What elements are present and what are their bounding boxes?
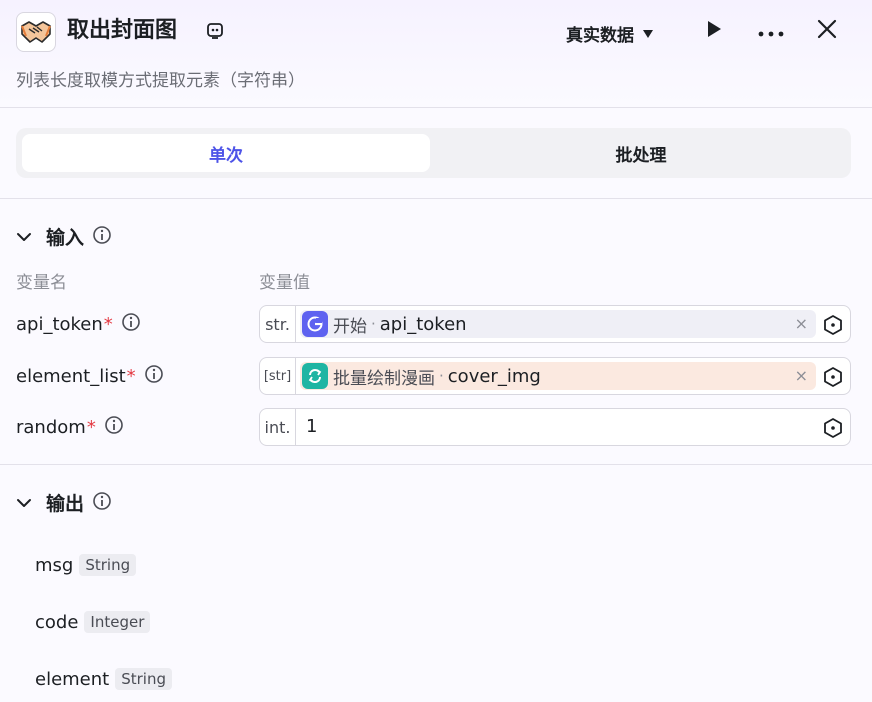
output-type-badge: Integer	[84, 611, 151, 633]
param-value-element-list[interactable]: [str] 批量绘制漫画 · cover_img ×	[259, 357, 851, 395]
close-icon	[817, 19, 837, 43]
required-mark: *	[103, 314, 113, 335]
data-mode-label: 真实数据	[566, 25, 634, 46]
edit-title-icon[interactable]	[205, 21, 225, 41]
hexagon-dot-icon[interactable]	[822, 314, 844, 336]
param-value-api-token[interactable]: str. 开始 · api_token ×	[259, 305, 851, 343]
type-tag: int.	[260, 409, 296, 445]
info-icon[interactable]	[104, 415, 124, 440]
type-tag: [str]	[260, 358, 296, 394]
node-description: 列表长度取模方式提取元素（字符串）	[16, 71, 305, 91]
tab-single[interactable]: 单次	[22, 134, 430, 172]
more-icon	[758, 22, 784, 41]
param-label-element-list: element_list *	[16, 364, 164, 389]
ref-node-name: 开始	[333, 316, 367, 337]
required-mark: *	[126, 366, 136, 387]
ref-node-name: 批量绘制漫画	[333, 368, 435, 389]
hexagon-dot-icon[interactable]	[822, 366, 844, 388]
run-mode-tabs: 单次 批处理	[16, 128, 851, 178]
variable-reference-chip[interactable]: 批量绘制漫画 · cover_img ×	[300, 362, 816, 390]
data-mode-select[interactable]: 真实数据	[566, 20, 654, 46]
output-section-label: 输出	[46, 493, 85, 515]
divider	[0, 464, 872, 465]
input-section-label: 输入	[46, 227, 85, 249]
ref-separator: ·	[439, 367, 444, 385]
param-name: random	[16, 417, 86, 438]
info-icon[interactable]	[144, 364, 164, 389]
handshake-icon	[16, 12, 56, 52]
output-field: code Integer	[35, 611, 151, 633]
output-field: element String	[35, 668, 172, 690]
panel-header: 取出封面图 真实数据 列表长度取模方式提取元素（字符串）	[0, 0, 872, 108]
param-value-input[interactable]: 1	[306, 416, 317, 437]
type-tag: str.	[260, 306, 296, 342]
info-icon[interactable]	[121, 312, 141, 337]
required-mark: *	[86, 417, 96, 438]
param-label-random: random *	[16, 415, 124, 440]
caret-down-icon	[642, 24, 654, 43]
input-section-toggle[interactable]: 输入	[16, 223, 112, 250]
hexagon-dot-icon[interactable]	[822, 417, 844, 439]
ref-variable-name: api_token	[379, 313, 467, 335]
col-header-name: 变量名	[16, 273, 67, 293]
output-type-badge: String	[115, 668, 172, 690]
info-icon[interactable]	[92, 225, 112, 249]
ref-variable-name: cover_img	[447, 365, 541, 387]
output-field-name: msg	[35, 554, 74, 576]
chevron-down-icon	[16, 227, 32, 246]
play-icon	[705, 19, 723, 43]
output-type-badge: String	[79, 554, 137, 576]
variable-reference-chip[interactable]: 开始 · api_token ×	[300, 310, 816, 338]
run-button[interactable]	[697, 14, 731, 48]
ref-separator: ·	[371, 315, 376, 333]
col-header-value: 变量值	[259, 273, 310, 293]
output-field: msg String	[35, 554, 137, 576]
info-icon[interactable]	[92, 491, 112, 515]
param-name: element_list	[16, 366, 126, 387]
output-field-name: code	[35, 611, 79, 633]
param-value-random[interactable]: int. 1	[259, 408, 851, 446]
more-button[interactable]	[754, 14, 788, 48]
close-button[interactable]	[810, 14, 844, 48]
node-title: 取出封面图	[67, 18, 178, 43]
output-field-name: element	[35, 668, 110, 690]
output-section-toggle[interactable]: 输出	[16, 489, 112, 516]
start-node-icon	[302, 311, 328, 337]
param-name: api_token	[16, 314, 103, 335]
chevron-down-icon	[16, 493, 32, 512]
node-config-panel: 取出封面图 真实数据 列表长度取模方式提取元素（字符串） 单次 批处理 输入 变…	[0, 0, 872, 702]
tab-batch[interactable]: 批处理	[437, 134, 845, 172]
clear-reference-button[interactable]: ×	[795, 366, 808, 385]
param-label-api-token: api_token *	[16, 312, 141, 337]
clear-reference-button[interactable]: ×	[795, 314, 808, 333]
loop-node-icon	[302, 363, 328, 389]
divider	[0, 198, 872, 199]
